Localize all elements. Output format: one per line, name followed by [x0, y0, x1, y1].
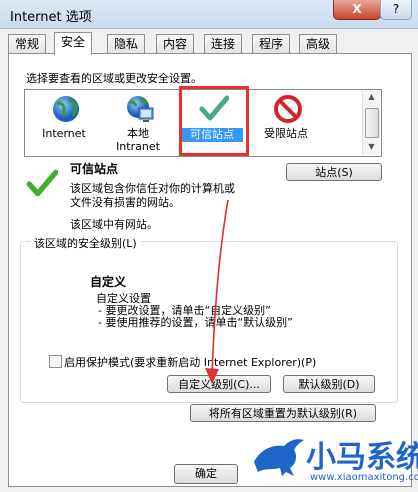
sites-button[interactable]: 站点(S)	[286, 163, 382, 181]
zone-local-intranet[interactable]: 本地 Intranet	[107, 90, 169, 156]
close-icon: X	[352, 2, 362, 16]
zone-internet[interactable]: Internet	[33, 90, 95, 156]
brand-url: www.xiaomaxitong.com	[310, 472, 418, 483]
zone-title: 可信站点	[70, 162, 119, 176]
tab-privacy[interactable]: 隐私	[107, 34, 146, 53]
brand-watermark: 小马系统 www.xiaomaxitong.com	[248, 430, 418, 492]
red-annotation-arrow-icon	[205, 199, 229, 384]
protected-mode-label: 启用保护模式(要求重新启动 Internet Explorer)(P)	[64, 356, 317, 369]
brand-name: 小马系统	[306, 440, 418, 475]
tab-content[interactable]: 内容	[156, 34, 195, 53]
level-name: 自定义	[90, 275, 127, 289]
close-button[interactable]: X	[333, 0, 381, 20]
scroll-thumb[interactable]	[365, 108, 379, 138]
zone-label: Internet	[42, 127, 86, 140]
zone-has-sites: 该区域中有网站。	[70, 218, 158, 231]
level-desc-line3: - 要使用推荐的设置，请单击“默认级别”	[98, 316, 293, 329]
zone-restricted-sites[interactable]: 受限站点	[255, 90, 317, 156]
zones-scrollbar[interactable]: ▲ ▼	[362, 90, 380, 154]
zone-desc-line2: 文件没有损害的网站。	[70, 196, 180, 209]
zones-prompt: 选择要查看的区域或更改安全设置。	[26, 72, 202, 85]
ok-button[interactable]: 确定	[174, 464, 238, 484]
horse-logo-icon	[254, 439, 304, 476]
title-bar: Internet 选项 X ?	[0, 0, 418, 29]
trusted-checkmark-icon	[26, 169, 58, 197]
help-icon: ?	[392, 2, 400, 16]
tab-advanced[interactable]: 高级	[299, 34, 338, 53]
security-level-label: 该区域的安全级别(L)	[30, 235, 141, 251]
scroll-up-icon[interactable]: ▲	[363, 90, 380, 104]
default-level-button[interactable]: 默认级别(D)	[283, 375, 375, 393]
zone-label-line2: Intranet	[116, 140, 160, 153]
tab-security[interactable]: 安全	[54, 32, 93, 55]
tab-connections[interactable]: 连接	[204, 34, 243, 53]
selection-highlight-box	[179, 86, 249, 156]
tab-general[interactable]: 常规	[8, 34, 47, 53]
no-entry-icon	[274, 95, 302, 123]
window-title: Internet 选项	[10, 10, 92, 25]
zone-label: 本地	[127, 127, 149, 140]
help-button[interactable]: ?	[380, 0, 412, 20]
protected-mode-checkbox[interactable]	[49, 355, 62, 368]
reset-all-zones-button[interactable]: 将所有区域重置为默认级别(R)	[190, 404, 376, 422]
scroll-down-icon[interactable]: ▼	[363, 140, 380, 154]
zone-label: 受限站点	[264, 127, 308, 140]
tab-programs[interactable]: 程序	[252, 34, 291, 53]
globe-icon	[53, 96, 79, 122]
local-intranet-icon	[127, 96, 154, 122]
